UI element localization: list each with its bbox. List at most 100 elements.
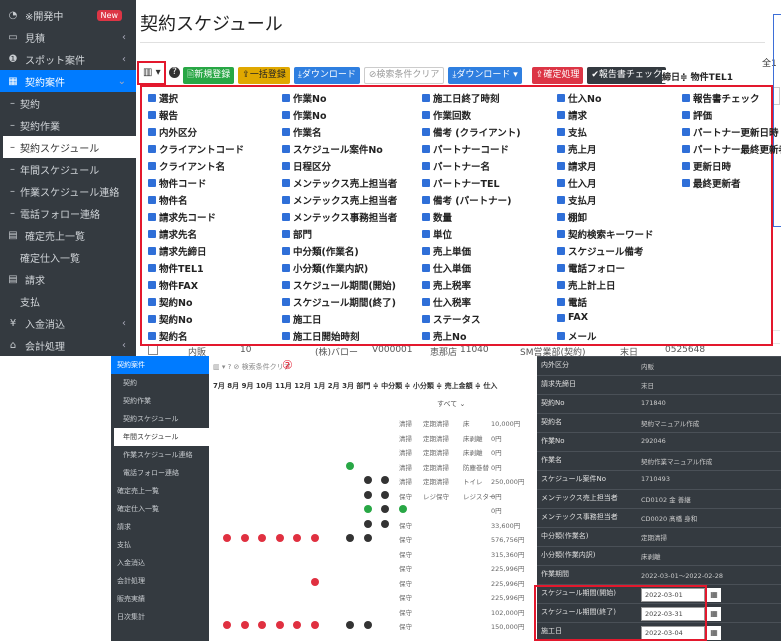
column-option[interactable]: 請求 <box>557 108 587 122</box>
column-option[interactable]: 棚卸 <box>557 210 587 224</box>
column-option[interactable]: スケジュール備考 <box>557 244 643 258</box>
column-option[interactable]: 施工日終了時刻 <box>422 91 500 105</box>
checkbox-icon[interactable] <box>282 94 290 102</box>
sidebar-item-5[interactable]: – 契約作業 <box>0 114 136 136</box>
checkbox-icon[interactable] <box>148 162 156 170</box>
checkbox-icon[interactable] <box>557 162 565 170</box>
sidebar-item-9[interactable]: – 電話フォロー連絡 <box>0 202 136 224</box>
sidebar-item-0[interactable]: ◔ ※開発中 New <box>0 4 136 26</box>
column-option[interactable]: スケジュール案件No <box>282 142 383 156</box>
checkbox-icon[interactable] <box>148 264 156 272</box>
schedule-dot[interactable] <box>399 505 407 513</box>
column-option[interactable]: クライアント名 <box>148 159 225 173</box>
checkbox-icon[interactable] <box>557 196 565 204</box>
confirm-button[interactable]: ⇪確定処理 <box>531 66 584 84</box>
column-option[interactable]: 売上No <box>422 329 466 343</box>
column-option[interactable]: 仕入単価 <box>422 261 471 275</box>
row-checkbox[interactable] <box>148 345 158 355</box>
sidebar-item-2[interactable]: ❶ スポット案件 ‹ <box>0 48 136 70</box>
sidebar2-item-0[interactable]: 契約案件 <box>111 356 209 374</box>
help-icon[interactable]: ? <box>169 67 180 78</box>
checkbox-icon[interactable] <box>682 179 690 187</box>
sidebar-item-15[interactable]: ⌂ 会計処理 ‹ <box>0 334 136 356</box>
column-option[interactable]: 契約検索キーワード <box>557 227 654 241</box>
schedule-dot[interactable] <box>381 490 390 499</box>
schedule-dot[interactable] <box>346 461 355 470</box>
column-option[interactable]: スケジュール期間(終了) <box>282 295 396 309</box>
column-option[interactable]: 施工日 <box>282 312 322 326</box>
schedule-dot[interactable] <box>293 534 302 542</box>
checkbox-icon[interactable] <box>422 128 430 136</box>
checkbox-icon[interactable] <box>557 281 565 289</box>
sidebar2-item-5[interactable]: 作業スケジュール連絡 <box>111 446 209 464</box>
sidebar2-item-4[interactable]: 年間スケジュール <box>111 428 209 446</box>
checkbox-icon[interactable] <box>682 128 690 136</box>
checkbox-icon[interactable] <box>282 111 290 119</box>
schedule-dot[interactable] <box>223 534 231 542</box>
column-option[interactable]: 備考 (クライアント) <box>422 125 521 139</box>
checkbox-icon[interactable] <box>282 298 290 306</box>
checkbox-icon[interactable] <box>422 196 430 204</box>
sidebar-item-11[interactable]: 確定仕入一覧 <box>0 246 136 268</box>
checkbox-icon[interactable] <box>148 230 156 238</box>
column-option[interactable]: パートナー名 <box>422 159 490 173</box>
checkbox-icon[interactable] <box>557 230 565 238</box>
checkbox-icon[interactable] <box>682 94 690 102</box>
checkbox-icon[interactable] <box>422 111 430 119</box>
column-option[interactable]: 売上単価 <box>422 244 471 258</box>
checkbox-icon[interactable] <box>148 247 156 255</box>
column-option[interactable]: 契約名 <box>148 329 188 343</box>
column-option[interactable]: 選択 <box>148 91 178 105</box>
checkbox-icon[interactable] <box>422 213 430 221</box>
checkbox-icon[interactable] <box>682 111 690 119</box>
column-option[interactable]: 契約No <box>148 312 192 326</box>
checkbox-icon[interactable] <box>148 213 156 221</box>
clear-search-button[interactable]: ⊘検索条件クリア <box>363 66 445 84</box>
sidebar-item-4[interactable]: – 契約 <box>0 92 136 114</box>
checkbox-icon[interactable] <box>148 332 156 340</box>
checkbox-icon[interactable] <box>557 128 565 136</box>
column-option[interactable]: 物件コード <box>148 176 207 190</box>
checkbox-icon[interactable] <box>148 315 156 323</box>
column-option[interactable]: 仕入税率 <box>422 295 471 309</box>
schedule-dot[interactable] <box>346 534 355 542</box>
sidebar2-item-14[interactable]: 日次集計 <box>111 608 209 626</box>
sidebar2-item-8[interactable]: 確定仕入一覧 <box>111 500 209 518</box>
column-option[interactable]: 支払 <box>557 125 587 139</box>
schedule-dot[interactable] <box>258 534 267 542</box>
checkbox-icon[interactable] <box>148 196 156 204</box>
schedule-dot[interactable] <box>381 476 390 484</box>
sidebar-item-12[interactable]: ▤ 請求 <box>0 268 136 290</box>
checkbox-icon[interactable] <box>282 128 290 136</box>
bulk-button[interactable]: ⇪一括登録 <box>238 66 290 84</box>
sidebar2-item-1[interactable]: 契約 <box>111 374 209 392</box>
sidebar2-item-12[interactable]: 会計処理 <box>111 572 209 590</box>
checkbox-icon[interactable] <box>282 213 290 221</box>
schedule-dot[interactable] <box>258 621 267 629</box>
sidebar-item-10[interactable]: ▤ 確定売上一覧 <box>0 224 136 246</box>
schedule-dot[interactable] <box>311 621 319 629</box>
column-option[interactable]: メンテックス売上担当者 <box>282 176 397 190</box>
checkbox-icon[interactable] <box>282 145 290 153</box>
checkbox-icon[interactable] <box>557 247 565 255</box>
column-option[interactable]: 仕入No <box>557 91 601 105</box>
checkbox-icon[interactable] <box>148 179 156 187</box>
column-option[interactable]: 物件TEL1 <box>148 261 204 275</box>
sidebar2-item-13[interactable]: 販売実績 <box>111 590 209 608</box>
column-option[interactable]: FAX <box>557 312 588 323</box>
column-option[interactable]: 作業名 <box>282 125 322 139</box>
sidebar2-item-9[interactable]: 請求 <box>111 518 209 536</box>
column-option[interactable]: 支払月 <box>557 193 597 207</box>
column-option[interactable]: 内外区分 <box>148 125 197 139</box>
sidebar-item-7[interactable]: – 年間スケジュール <box>0 158 136 180</box>
checkbox-icon[interactable] <box>148 128 156 136</box>
column-option[interactable]: 施工日開始時刻 <box>282 329 360 343</box>
column-option[interactable]: 物件名 <box>148 193 188 207</box>
column-option[interactable]: 売上税率 <box>422 278 471 292</box>
column-option[interactable]: 請求先名 <box>148 227 197 241</box>
checkbox-icon[interactable] <box>557 145 565 153</box>
sidebar-item-1[interactable]: ▭ 見積 ‹ <box>0 26 136 48</box>
column-option[interactable]: 部門 <box>282 227 312 241</box>
column-option[interactable]: 単位 <box>422 227 452 241</box>
column-option[interactable]: 報告 <box>148 108 178 122</box>
